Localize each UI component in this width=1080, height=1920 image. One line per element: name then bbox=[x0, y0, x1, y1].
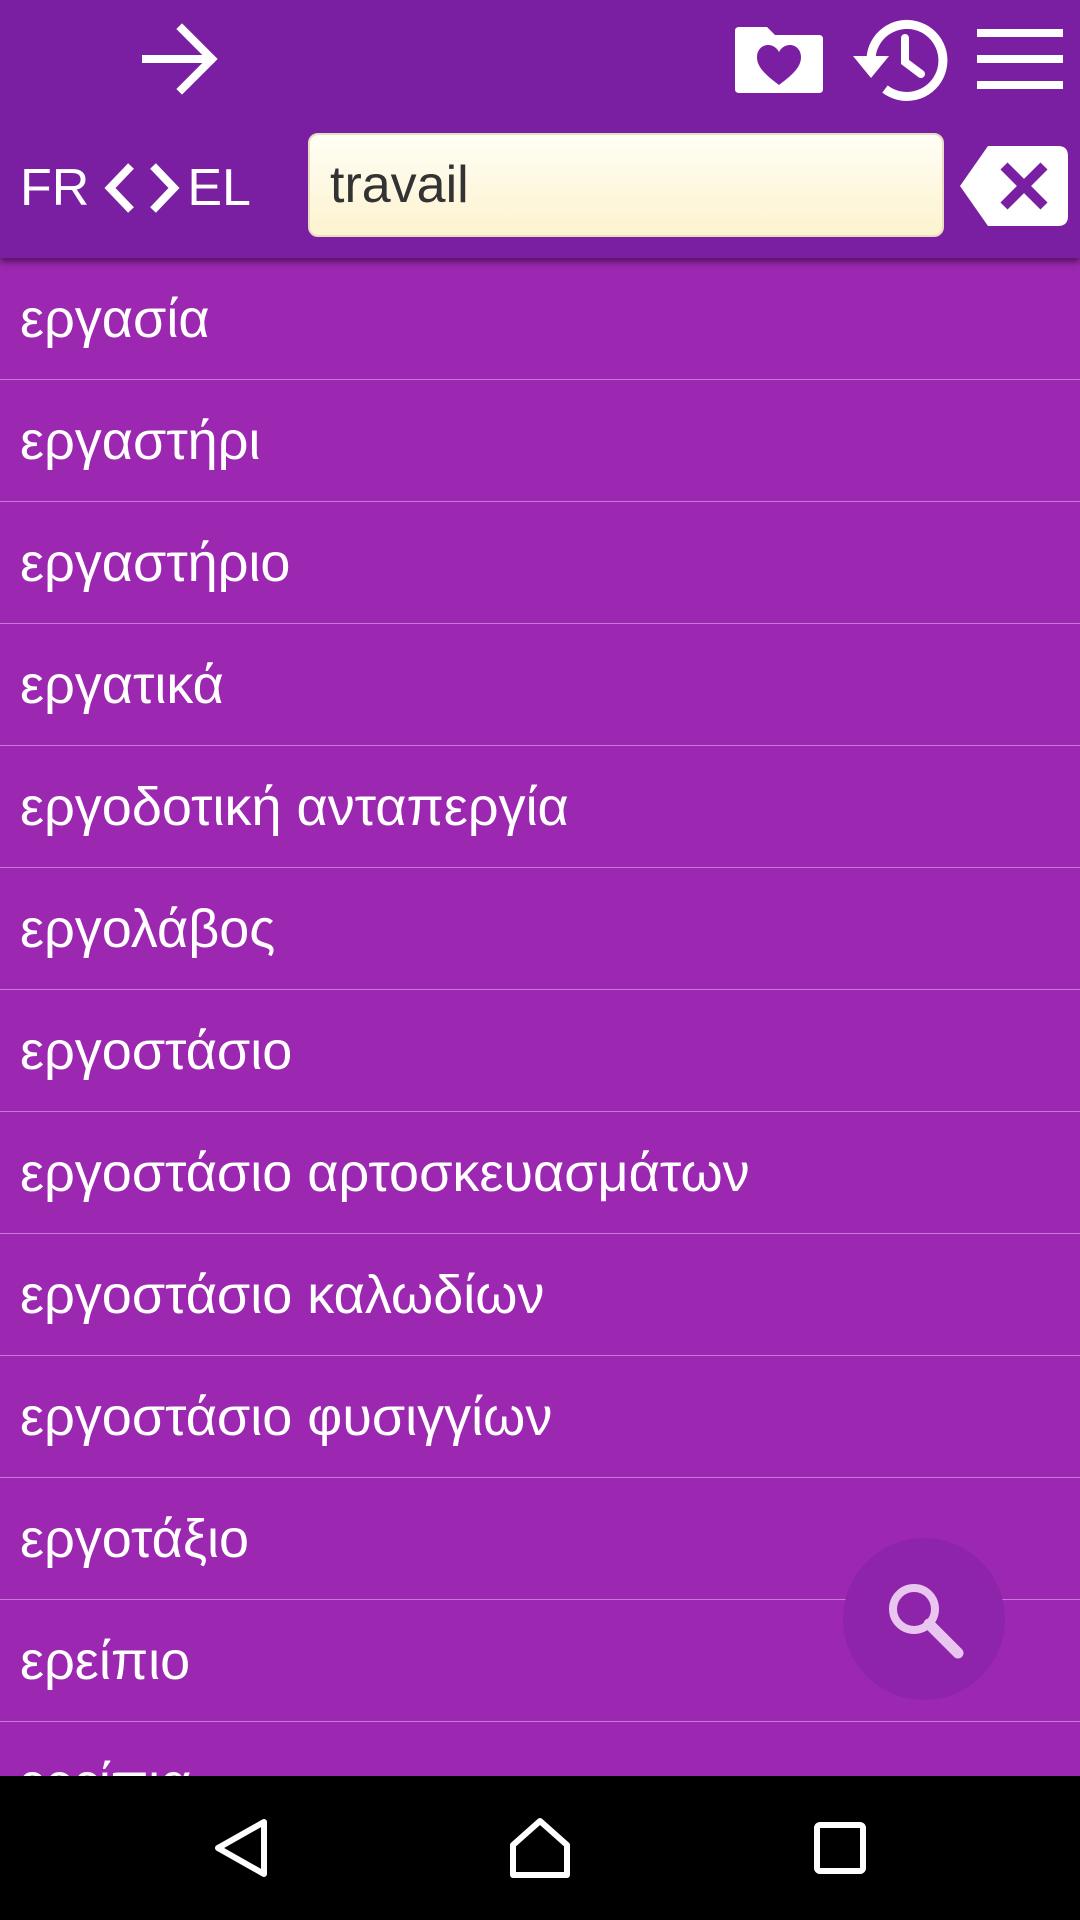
result-item[interactable]: εργασία bbox=[0, 258, 1080, 380]
result-item[interactable]: εργοστάσιο φυσιγγίων bbox=[0, 1356, 1080, 1478]
nav-recents-button[interactable] bbox=[780, 1798, 900, 1898]
app-screen: FR EL εργασία εργαστήρι εργαστήριο bbox=[0, 0, 1080, 1920]
clear-search-button[interactable] bbox=[958, 144, 1070, 228]
search-fab-button[interactable] bbox=[843, 1538, 1005, 1700]
forward-button[interactable] bbox=[130, 14, 230, 104]
result-item[interactable]: εργοστάσιο καλωδίων bbox=[0, 1234, 1080, 1356]
result-item[interactable]: εργοστάσιο bbox=[0, 990, 1080, 1112]
swap-languages-button[interactable] bbox=[103, 162, 181, 214]
menu-button[interactable] bbox=[972, 18, 1068, 100]
search-input[interactable] bbox=[308, 133, 944, 237]
system-navigation-bar bbox=[0, 1776, 1080, 1920]
result-item[interactable]: εργαστήρι bbox=[0, 380, 1080, 502]
history-icon bbox=[853, 19, 948, 101]
menu-icon bbox=[977, 29, 1063, 89]
home-icon bbox=[510, 1818, 570, 1878]
result-item[interactable]: ερείπια bbox=[0, 1722, 1080, 1777]
back-icon bbox=[215, 1819, 267, 1877]
favorites-button[interactable] bbox=[728, 14, 830, 104]
top-toolbar: FR EL bbox=[0, 0, 1080, 258]
chevron-right-icon bbox=[150, 163, 180, 213]
history-button[interactable] bbox=[846, 10, 952, 110]
result-item[interactable]: εργοδοτική ανταπεργία bbox=[0, 746, 1080, 868]
nav-home-button[interactable] bbox=[480, 1798, 600, 1898]
recents-icon bbox=[814, 1822, 866, 1874]
result-item[interactable]: εργολάβος bbox=[0, 868, 1080, 990]
heart-folder-icon bbox=[735, 27, 823, 93]
search-icon bbox=[889, 1584, 964, 1659]
source-language[interactable]: FR bbox=[20, 150, 89, 226]
arrow-right-icon bbox=[142, 23, 218, 95]
nav-back-button[interactable] bbox=[182, 1798, 302, 1898]
result-item[interactable]: εργατικά bbox=[0, 624, 1080, 746]
language-selector: FR EL bbox=[20, 150, 251, 226]
result-item[interactable]: εργαστήριο bbox=[0, 502, 1080, 624]
target-language[interactable]: EL bbox=[187, 150, 251, 226]
backspace-clear-icon bbox=[960, 146, 1068, 226]
result-item[interactable]: εργοστάσιο αρτοσκευασμάτων bbox=[0, 1112, 1080, 1234]
chevron-left-icon bbox=[104, 163, 135, 213]
